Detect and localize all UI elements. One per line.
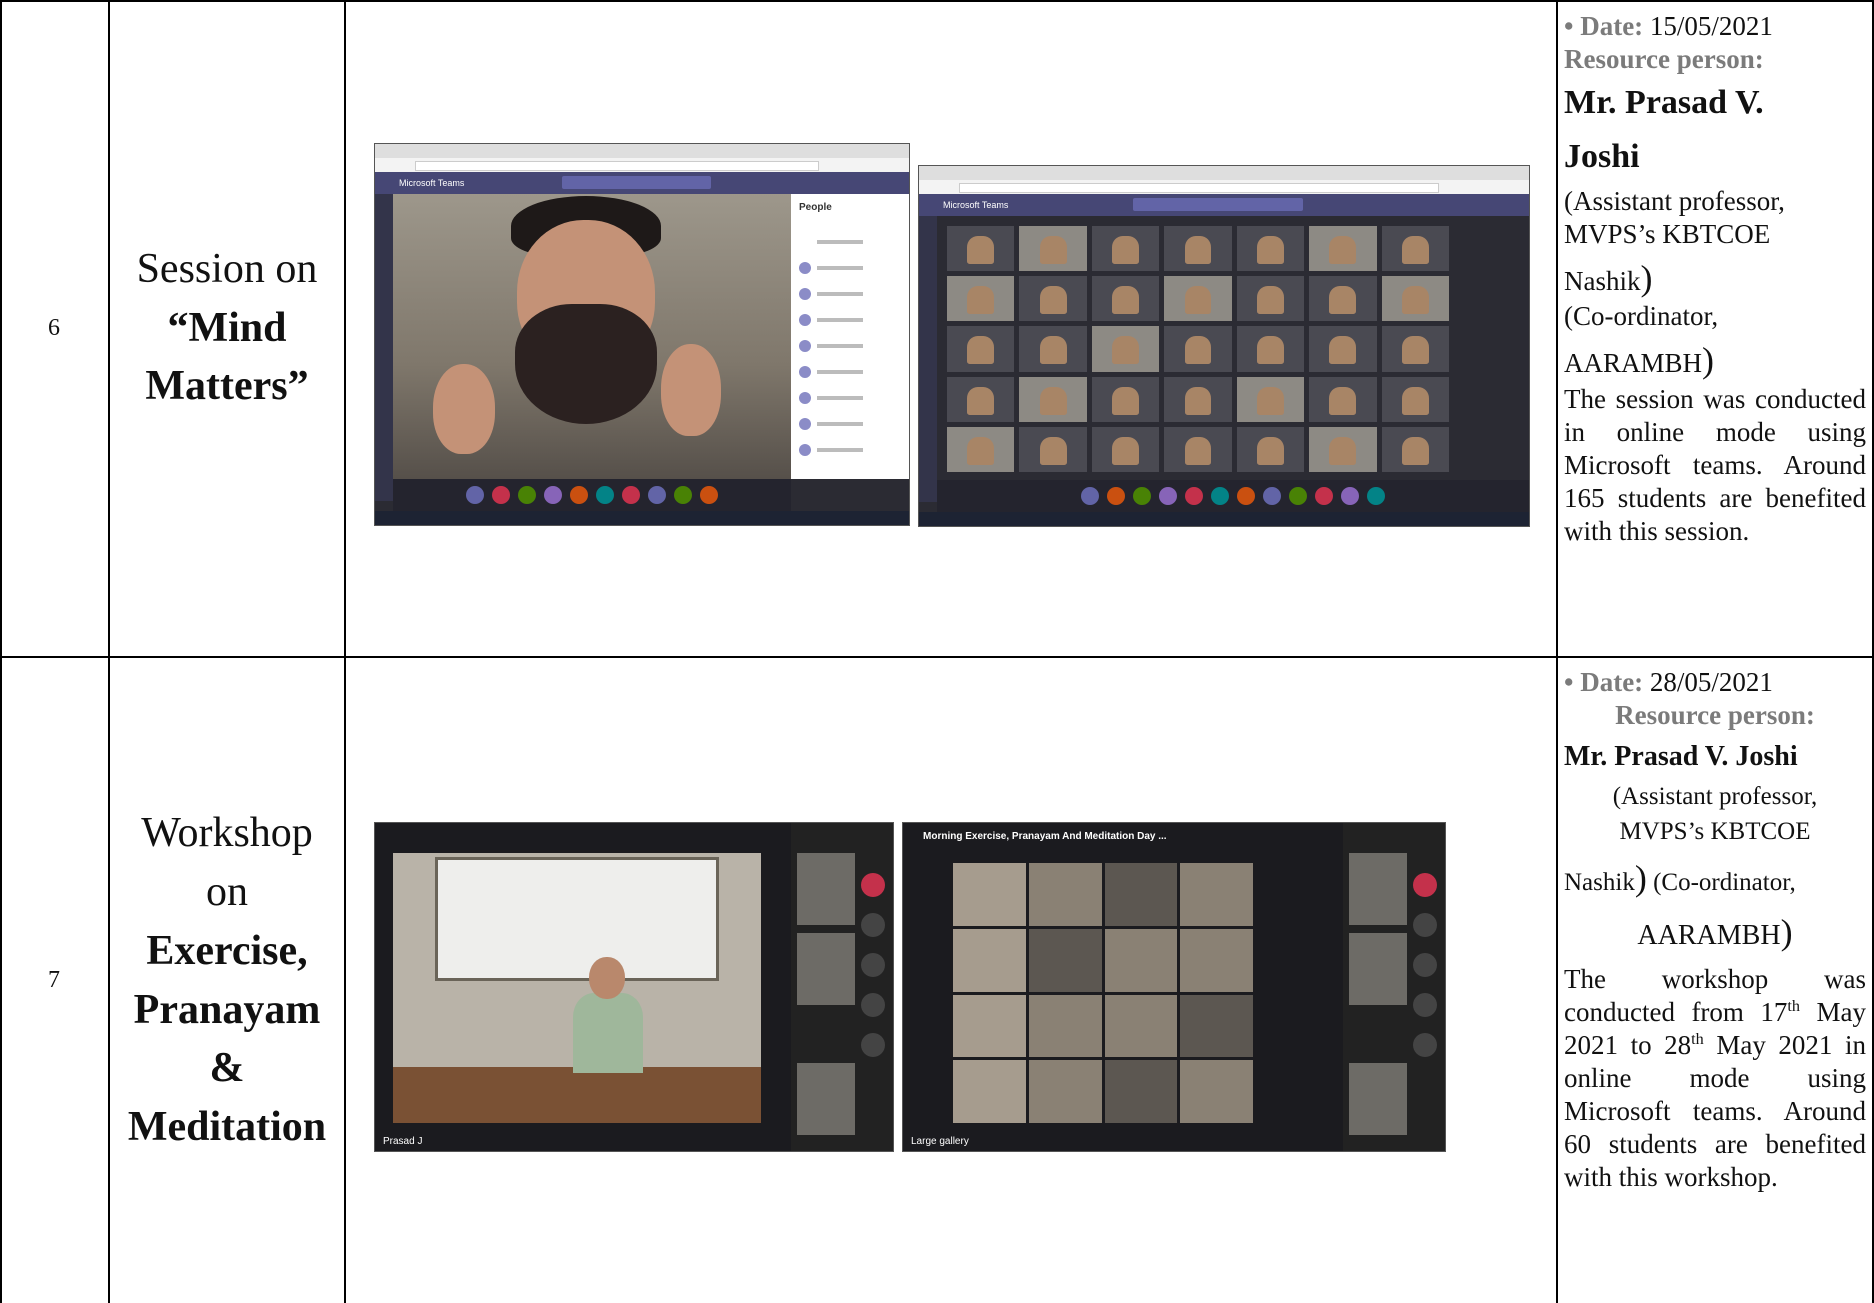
- windows-taskbar: [919, 512, 1529, 526]
- title-line: &: [209, 1045, 245, 1092]
- teams-search-box: [1132, 198, 1304, 211]
- affiliation: Nashik: [1564, 265, 1641, 296]
- affiliation: AARAMBH: [1637, 920, 1781, 952]
- gallery-caption: Large gallery: [911, 1136, 969, 1147]
- windows-taskbar: [375, 511, 909, 525]
- more-icon: [1413, 913, 1437, 937]
- close-paren: ): [1634, 858, 1647, 899]
- camera-off-icon: [861, 1033, 885, 1057]
- resource-person-name: Joshi: [1564, 138, 1640, 176]
- hangup-icon: [1413, 873, 1437, 897]
- speaker-beard: [515, 304, 657, 424]
- column-divider-2: [344, 0, 346, 1303]
- title-line: Pranayam: [133, 986, 321, 1033]
- affiliation: (Co-ordinator,: [1653, 869, 1796, 897]
- affiliation: (Co-ordinator,: [1564, 301, 1719, 332]
- serial-number: 7: [48, 967, 60, 993]
- serial-number: 6: [48, 314, 60, 341]
- affiliation: (Assistant professor, MVPS’s KBTCOE: [1564, 185, 1785, 249]
- browser-address-bar: [375, 158, 909, 172]
- speaker-video: [393, 194, 791, 479]
- teams-left-rail: [375, 194, 393, 501]
- title-line: Workshop: [141, 810, 313, 857]
- hangup-icon: [861, 873, 885, 897]
- date-label: Date:: [1580, 667, 1644, 697]
- browser-tab-strip: [375, 144, 909, 158]
- meeting-title: Morning Exercise, Pranayam And Meditatio…: [923, 831, 1167, 842]
- affiliation: (Assistant professor,: [1612, 783, 1818, 811]
- resource-person-name: Mr. Prasad V. Joshi: [1564, 740, 1798, 772]
- attendee-video-grid: [947, 226, 1449, 472]
- bullet: •: [1564, 667, 1574, 697]
- teams-left-rail: [919, 216, 937, 502]
- close-paren: ): [1780, 912, 1793, 953]
- affiliation: Nashik: [1564, 869, 1635, 897]
- row-7-details: • Date: 28/05/2021 Resource person: Mr. …: [1564, 666, 1866, 1298]
- teams-header: Microsoft Teams: [919, 194, 1529, 216]
- workshop-description: The workshop was conducted from 17th May…: [1564, 964, 1867, 1192]
- date-value: 15/05/2021: [1649, 11, 1773, 41]
- mobile-gallery-screenshot: Morning Exercise, Pranayam And Meditatio…: [902, 822, 1446, 1152]
- whiteboard: [435, 857, 719, 981]
- call-sidebar: [791, 823, 893, 1151]
- workshop-title-cell: Workshop on Exercise, Pranayam & Meditat…: [110, 658, 344, 1303]
- people-panel: People: [791, 194, 909, 479]
- speaker-icon: [1413, 953, 1437, 977]
- teams-app-title: Microsoft Teams: [943, 200, 1009, 210]
- date-value: 28/05/2021: [1649, 667, 1773, 697]
- affiliation: AARAMBH: [1564, 348, 1703, 379]
- title-line: “Mind: [167, 304, 287, 351]
- activity-table: 6 Session on “Mind Matters” Microsoft Te…: [0, 0, 1874, 1303]
- people-panel-title: People: [799, 202, 832, 213]
- close-paren: ): [1702, 340, 1715, 381]
- instructor-head: [589, 957, 625, 999]
- mobile-instructor-screenshot: Prasad J: [374, 822, 894, 1152]
- resource-person-name: Mr. Prasad V.: [1564, 83, 1764, 121]
- teams-search-box: [561, 176, 712, 189]
- mute-icon: [861, 993, 885, 1017]
- session-description: The session was conducted in online mode…: [1564, 384, 1866, 547]
- browser-address-bar: [919, 180, 1529, 194]
- serial-number-cell: 6: [0, 0, 108, 656]
- participant-avatar-bar: [937, 480, 1529, 512]
- serial-number-cell: 7: [0, 658, 108, 1303]
- browser-tab-strip: [919, 166, 1529, 180]
- resource-person-label: Resource person:: [1615, 699, 1815, 730]
- session-title-cell: Session on “Mind Matters”: [110, 0, 344, 656]
- teams-gallery-screenshot: Microsoft Teams: [918, 165, 1530, 527]
- more-icon: [861, 913, 885, 937]
- close-paren: ): [1640, 257, 1653, 298]
- camera-off-icon: [1413, 1033, 1437, 1057]
- title-line: Session on: [136, 245, 318, 292]
- instructor-body: [573, 993, 643, 1073]
- title-line: Exercise,: [146, 927, 308, 974]
- instructor-video: [393, 853, 761, 1123]
- bullet: •: [1564, 11, 1574, 41]
- floor: [393, 1067, 761, 1123]
- teams-app-title: Microsoft Teams: [399, 178, 465, 188]
- speaker-hand-right: [661, 344, 721, 436]
- date-label: Date:: [1580, 11, 1644, 41]
- participant-avatar-bar: [393, 479, 791, 511]
- speaker-hand-left: [433, 364, 495, 454]
- row-6-details: • Date: 15/05/2021 Resource person: Mr. …: [1564, 10, 1866, 650]
- attendee-gallery: [953, 863, 1253, 1123]
- title-line: Meditation: [127, 1104, 327, 1151]
- teams-header: Microsoft Teams: [375, 172, 909, 194]
- title-line: Matters”: [145, 363, 309, 410]
- mute-icon: [1413, 993, 1437, 1017]
- column-divider-3: [1556, 0, 1558, 1303]
- affiliation: MVPS’s KBTCOE: [1619, 817, 1811, 845]
- participant-caption: Prasad J: [383, 1136, 423, 1147]
- teams-speaker-screenshot: Microsoft Teams People: [374, 143, 910, 526]
- title-line: on: [206, 868, 248, 915]
- resource-person-label: Resource person:: [1564, 43, 1764, 74]
- speaker-icon: [861, 953, 885, 977]
- call-sidebar: [1343, 823, 1445, 1151]
